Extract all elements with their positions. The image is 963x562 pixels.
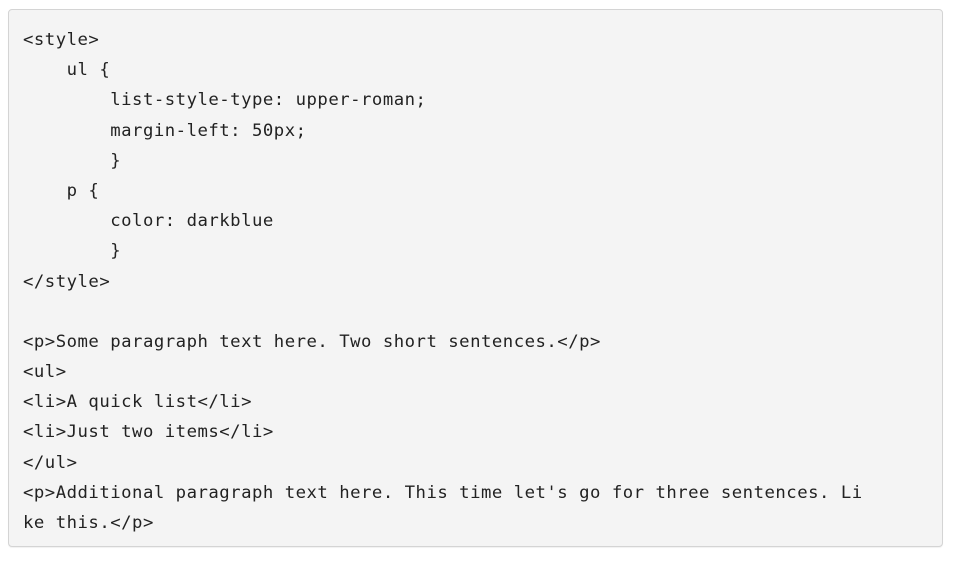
code-line: <p>Some paragraph text here. Two short s… xyxy=(23,331,601,352)
code-line: list-style-type: upper-roman; xyxy=(23,90,427,111)
code-line: color: darkblue xyxy=(23,211,274,232)
code-line: </ul> xyxy=(23,452,78,473)
code-line: ke this.</p> xyxy=(23,513,154,533)
code-block: <style> ul { list-style-type: upper-roma… xyxy=(8,9,943,547)
code-line: } xyxy=(23,150,122,171)
code-line: margin-left: 50px; xyxy=(23,120,307,141)
code-line: <style> xyxy=(23,30,100,50)
code-line: <li>A quick list</li> xyxy=(23,392,252,413)
code-line: </style> xyxy=(23,271,111,292)
code-line: <ul> xyxy=(23,362,67,383)
code-line: <li>Just two items</li> xyxy=(23,422,274,443)
code-line: p { xyxy=(23,180,100,201)
code-line: ul { xyxy=(23,60,111,81)
code-line: } xyxy=(23,241,122,262)
code-content: <style> ul { list-style-type: upper-roma… xyxy=(23,25,863,538)
code-line: <p>Additional paragraph text here. This … xyxy=(23,482,863,503)
